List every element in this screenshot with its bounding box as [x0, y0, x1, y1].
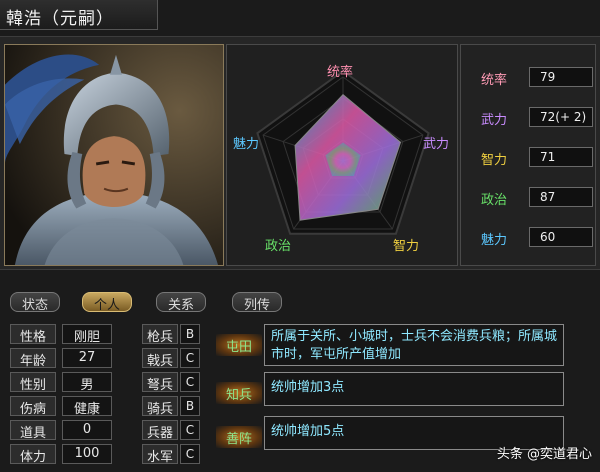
- personal-value: 100: [62, 444, 112, 464]
- portrait-frame: [4, 44, 224, 266]
- stat-value: 72(+ 2): [529, 107, 593, 127]
- tabs-bar: 状态 个人 关系 列传: [0, 288, 600, 314]
- personal-value: 刚胆: [62, 324, 112, 345]
- radar-label-lead: 统率: [327, 65, 354, 80]
- watermark: 头条 @奕道君心: [496, 447, 592, 462]
- stat-label: 智力: [481, 153, 508, 168]
- personal-label: 性格: [10, 324, 56, 345]
- personal-label: 伤病: [10, 396, 56, 417]
- stat-row-pol: 政治 87: [477, 187, 593, 209]
- character-name: 韓浩（元嗣）: [6, 9, 114, 29]
- radar-chart-frame: 统率 武力 智力 政治 魅力: [226, 44, 458, 266]
- stats-panel: 统率 79 武力 72(+ 2) 智力 71 政治 87 魅力 60: [460, 44, 596, 266]
- troop-label: 骑兵: [142, 396, 178, 417]
- stat-row-int: 智力 71: [477, 147, 593, 169]
- stat-value: 87: [529, 187, 593, 207]
- radar-label-int: 智力: [393, 239, 420, 254]
- troop-grade: C: [180, 348, 200, 368]
- skill-tag[interactable]: 知兵: [216, 382, 262, 404]
- troop-label: 水军: [142, 444, 178, 465]
- personal-value: 男: [62, 372, 112, 393]
- troop-label: 枪兵: [142, 324, 178, 345]
- stat-value: 79: [529, 67, 593, 87]
- personal-value: 健康: [62, 396, 112, 417]
- troop-grade: C: [180, 444, 200, 464]
- stat-value: 60: [529, 227, 593, 247]
- stat-row-lead: 统率 79: [477, 67, 593, 89]
- stat-label: 魅力: [481, 233, 508, 248]
- tab-relations[interactable]: 关系: [156, 292, 206, 313]
- skill-description: 所属于关所、小城时，士兵不会消费兵粮；所属城市时，军屯所产值增加: [264, 324, 564, 366]
- stat-value: 71: [529, 147, 593, 167]
- troop-label: 弩兵: [142, 372, 178, 393]
- troop-grade: B: [180, 396, 200, 416]
- stat-label: 武力: [481, 113, 508, 128]
- troop-label: 兵器: [142, 420, 178, 441]
- troop-grade: B: [180, 324, 200, 344]
- troop-aptitude-table: 枪兵 B 戟兵 C 弩兵 C 骑兵 B 兵器 C 水军 C: [136, 320, 208, 468]
- skill-tag[interactable]: 善阵: [216, 426, 262, 448]
- personal-label: 年龄: [10, 348, 56, 369]
- tab-status[interactable]: 状态: [10, 292, 60, 313]
- tab-personal[interactable]: 个人: [82, 292, 132, 313]
- radar-label-war: 武力: [423, 137, 450, 152]
- stat-label: 政治: [481, 193, 508, 208]
- troop-grade: C: [180, 372, 200, 392]
- tab-biography[interactable]: 列传: [232, 292, 282, 313]
- personal-label: 体力: [10, 444, 56, 465]
- skill-description: 统帅增加3点: [264, 372, 564, 406]
- skill-tag[interactable]: 屯田: [216, 334, 262, 356]
- personal-info-table: 性格 刚胆 年龄 27 性别 男 伤病 健康 道具 0 体力 100: [4, 320, 124, 468]
- stat-label: 统率: [481, 73, 508, 88]
- troop-grade: C: [180, 420, 200, 440]
- character-portrait: [5, 45, 223, 265]
- title-bar: 韓浩（元嗣）: [0, 0, 158, 30]
- personal-value: 0: [62, 420, 112, 440]
- personal-label: 道具: [10, 420, 56, 441]
- stat-row-war: 武力 72(+ 2): [477, 107, 593, 129]
- stat-row-cha: 魅力 60: [477, 227, 593, 249]
- personal-value: 27: [62, 348, 112, 368]
- troop-label: 戟兵: [142, 348, 178, 369]
- personal-label: 性别: [10, 372, 56, 393]
- radar-label-pol: 政治: [265, 239, 292, 254]
- radar-label-cha: 魅力: [233, 137, 260, 152]
